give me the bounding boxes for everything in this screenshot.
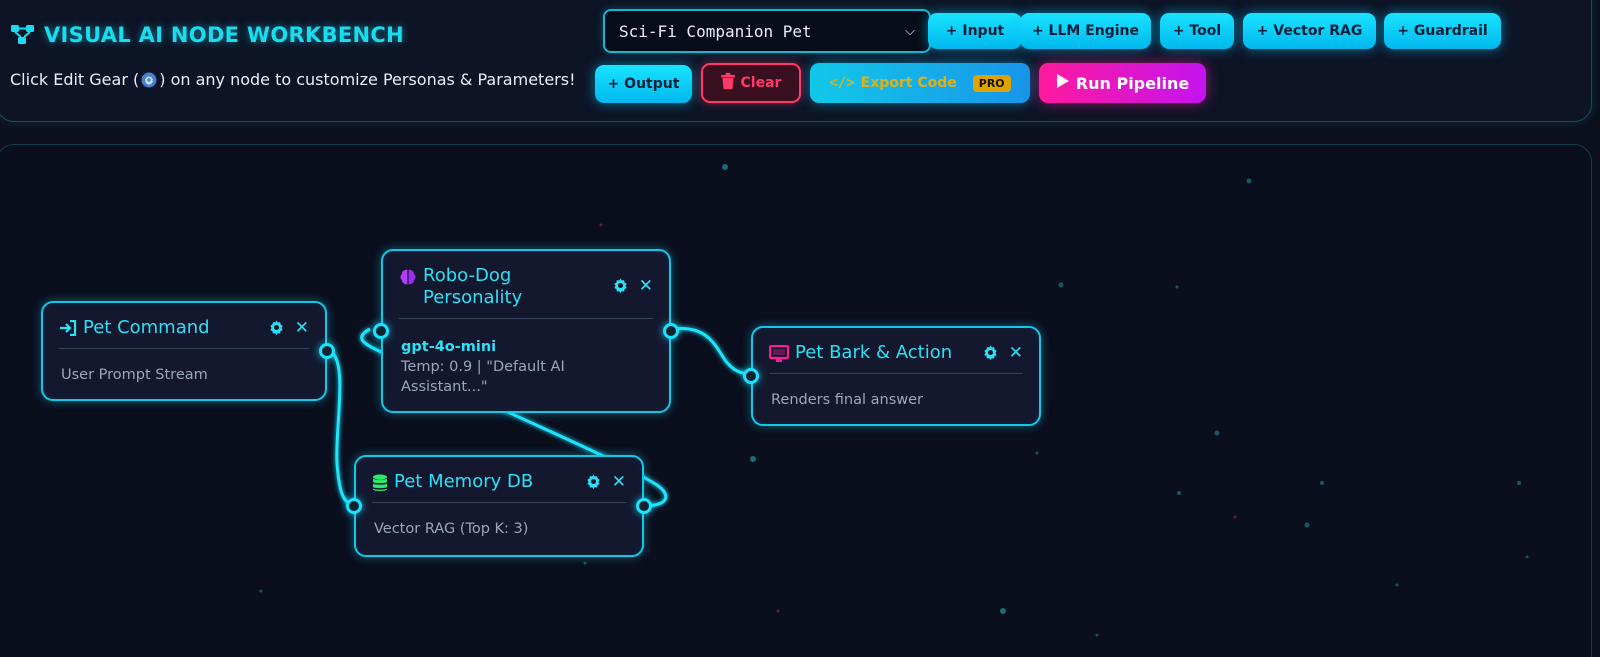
export-code-button[interactable]: </> Export Code PRO xyxy=(810,63,1030,103)
input-port[interactable] xyxy=(346,498,362,514)
node-actions: ✕ xyxy=(612,265,653,294)
add-vector-rag-label: + Vector RAG xyxy=(1256,23,1363,39)
preset-select[interactable]: Sci-Fi Companion Pet ⌵ xyxy=(603,9,931,53)
node-pet-command[interactable]: Pet Command ✕ User Prompt Stream xyxy=(41,301,335,401)
add-llm-label: + LLM Engine xyxy=(1031,23,1140,39)
node-canvas[interactable]: Pet Command ✕ User Prompt Stream Robo-Do… xyxy=(0,144,1592,657)
gear-icon[interactable] xyxy=(585,473,602,490)
node-description: Vector RAG (Top K: 3) xyxy=(374,521,529,537)
pro-badge: PRO xyxy=(972,74,1011,92)
network-nodes-icon xyxy=(10,24,36,46)
node-header: Pet Bark & Action ✕ xyxy=(769,342,1023,374)
export-code-label: Export Code xyxy=(860,75,957,91)
model-name: gpt-4o-mini xyxy=(401,339,497,355)
run-pipeline-label: Run Pipeline xyxy=(1075,73,1190,93)
play-icon xyxy=(1056,73,1070,93)
node-details: gpt-4o-mini Temp: 0.9 | "Default AI Assi… xyxy=(401,337,655,397)
sign-in-icon xyxy=(59,320,77,336)
close-icon[interactable]: ✕ xyxy=(1009,344,1023,361)
clear-button[interactable]: Clear xyxy=(701,63,801,103)
app-subtitle: Click Edit Gear ( ) on any node to custo… xyxy=(10,70,575,89)
add-output-button[interactable]: + Output xyxy=(595,65,692,103)
close-icon[interactable]: ✕ xyxy=(639,277,653,294)
add-input-button[interactable]: + Input xyxy=(928,13,1022,49)
node-header: Pet Command ✕ xyxy=(59,317,309,349)
node-params: Temp: 0.9 | "Default AI Assistant..." xyxy=(401,359,565,395)
input-port[interactable] xyxy=(373,323,389,339)
trash-icon xyxy=(720,73,735,93)
node-title: Pet Memory DB xyxy=(394,471,534,492)
app-title: VISUAL AI NODE WORKBENCH xyxy=(44,23,405,47)
node-title-group: Robo-Dog Personality xyxy=(399,265,599,309)
node-actions: ✕ xyxy=(982,342,1023,361)
run-pipeline-button[interactable]: Run Pipeline xyxy=(1039,63,1206,103)
subtitle-text-start: Click Edit Gear ( xyxy=(10,70,140,89)
node-title: Pet Command xyxy=(83,317,210,338)
clear-label: Clear xyxy=(740,75,782,91)
node-title-group: Pet Memory DB xyxy=(372,471,533,493)
node-pet-bark-action[interactable]: Pet Bark & Action ✕ Renders final answer xyxy=(743,326,1041,426)
close-icon[interactable]: ✕ xyxy=(612,473,626,490)
node-title: Robo-Dog Personality xyxy=(423,265,523,308)
output-port[interactable] xyxy=(663,323,679,339)
add-vector-rag-button[interactable]: + Vector RAG xyxy=(1243,13,1376,49)
preset-select-value: Sci-Fi Companion Pet xyxy=(619,21,812,41)
node-title-group: Pet Bark & Action xyxy=(769,342,952,364)
node-header: Robo-Dog Personality ✕ xyxy=(399,265,653,319)
app-title-group: VISUAL AI NODE WORKBENCH xyxy=(10,23,404,47)
chevron-down-icon: ⌵ xyxy=(905,23,915,39)
database-icon xyxy=(372,474,388,492)
node-pet-memory-db[interactable]: Pet Memory DB ✕ Vector RAG (Top K: 3) xyxy=(346,455,652,557)
node-robo-dog-personality[interactable]: Robo-Dog Personality ✕ gpt-4o-mini Temp:… xyxy=(373,249,679,413)
gear-icon[interactable] xyxy=(612,277,629,294)
node-title: Pet Bark & Action xyxy=(795,342,953,363)
add-tool-button[interactable]: + Tool xyxy=(1160,13,1234,49)
output-port[interactable] xyxy=(319,343,335,359)
add-output-label: + Output xyxy=(607,76,680,92)
node-description: Renders final answer xyxy=(771,392,924,408)
node-actions: ✕ xyxy=(268,317,309,336)
add-llm-engine-button[interactable]: + LLM Engine xyxy=(1020,13,1151,49)
add-input-label: + Input xyxy=(945,23,1005,39)
subtitle-text-end: ) on any node to customize Personas & Pa… xyxy=(159,70,576,89)
add-guardrail-label: + Guardrail xyxy=(1397,23,1488,39)
input-port[interactable] xyxy=(743,368,759,384)
brain-icon xyxy=(399,268,417,286)
add-guardrail-button[interactable]: + Guardrail xyxy=(1384,13,1501,49)
node-title-group: Pet Command xyxy=(59,317,210,339)
monitor-icon xyxy=(769,345,789,363)
code-icon: </> xyxy=(829,75,855,91)
output-port[interactable] xyxy=(636,498,652,514)
node-header: Pet Memory DB ✕ xyxy=(372,471,626,503)
gear-icon[interactable] xyxy=(982,344,999,361)
node-description: User Prompt Stream xyxy=(61,367,208,383)
node-actions: ✕ xyxy=(585,471,626,490)
top-toolbar: VISUAL AI NODE WORKBENCH Click Edit Gear… xyxy=(0,0,1592,122)
gear-icon[interactable] xyxy=(268,319,285,336)
close-icon[interactable]: ✕ xyxy=(295,319,309,336)
add-tool-label: + Tool xyxy=(1172,23,1222,39)
gear-icon xyxy=(140,71,158,89)
